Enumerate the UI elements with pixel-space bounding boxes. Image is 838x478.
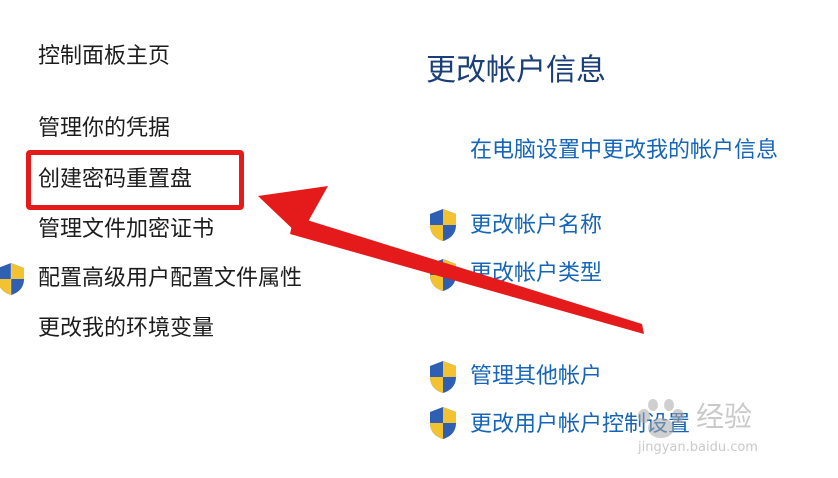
uac-shield-icon [430, 259, 456, 291]
link-manage-other-accounts[interactable]: 管理其他帐户 [470, 362, 602, 392]
sidebar-item-create-password-reset-disk[interactable]: 创建密码重置盘 [38, 165, 192, 195]
sidebar-item-change-environment-variables[interactable]: 更改我的环境变量 [38, 314, 214, 344]
link-change-account-type[interactable]: 更改帐户类型 [470, 259, 602, 289]
sidebar-item-manage-file-encryption-certificates[interactable]: 管理文件加密证书 [38, 215, 214, 245]
uac-shield-icon [0, 263, 24, 295]
watermark-url: jingyan.baidu.com [638, 440, 758, 455]
link-change-account-name[interactable]: 更改帐户名称 [470, 211, 602, 241]
link-change-account-info-in-pc-settings[interactable]: 在电脑设置中更改我的帐户信息 [470, 136, 778, 166]
uac-shield-icon [430, 361, 456, 393]
sidebar-item-control-panel-home[interactable]: 控制面板主页 [38, 42, 170, 72]
watermark-text: 经验 [696, 400, 753, 433]
uac-shield-icon [430, 407, 456, 439]
uac-shield-icon [430, 209, 456, 241]
sidebar-item-manage-credentials[interactable]: 管理你的凭据 [38, 114, 170, 144]
link-change-uac-settings[interactable]: 更改用户帐户控制设置 [470, 410, 690, 440]
page-title: 更改帐户信息 [426, 53, 606, 88]
sidebar-item-configure-advanced-profile-properties[interactable]: 配置高级用户配置文件属性 [38, 264, 302, 294]
